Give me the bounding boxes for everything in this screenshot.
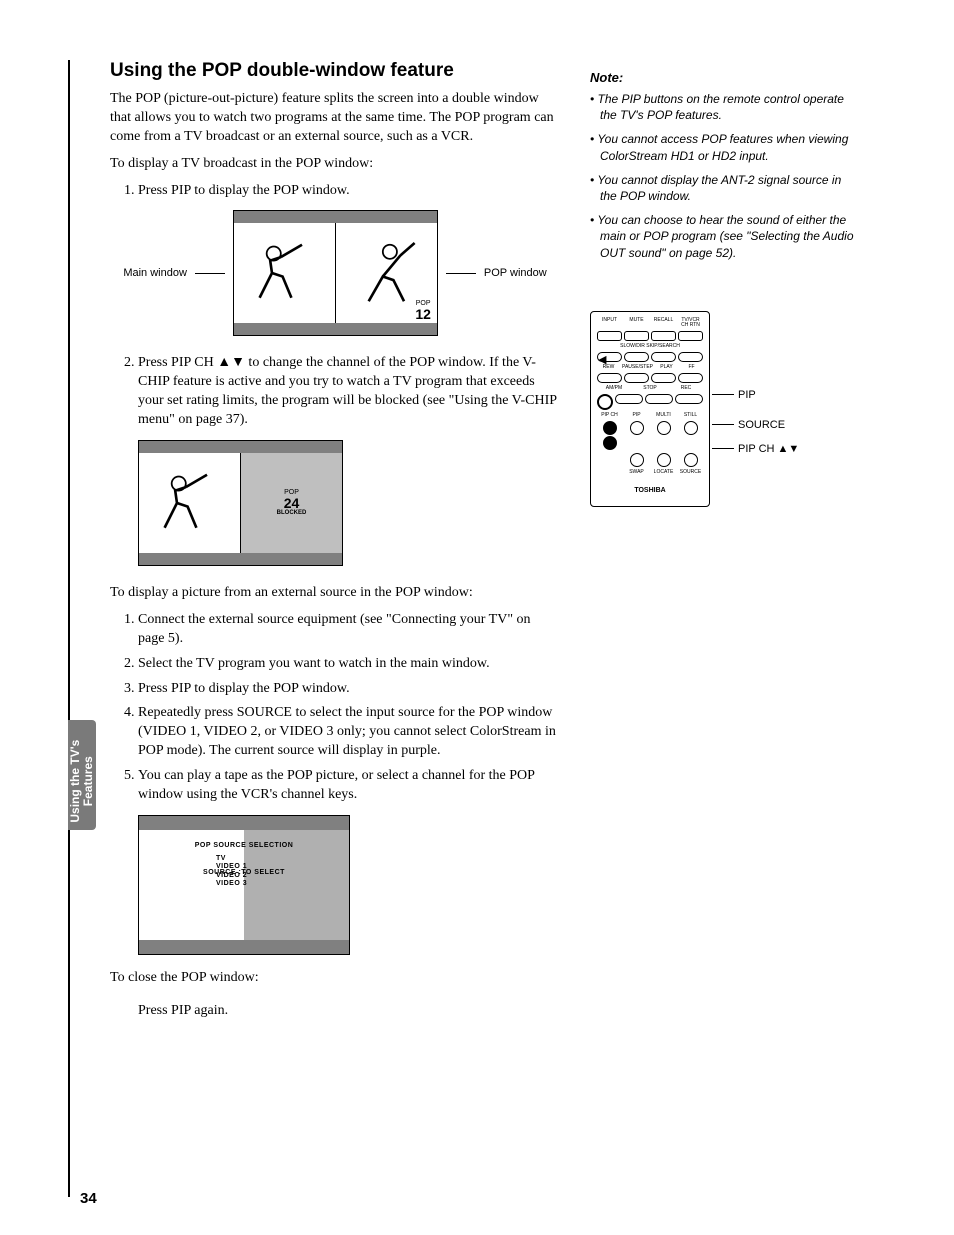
swap-button-icon [630, 453, 644, 467]
pip-ch-down-icon [603, 436, 617, 450]
chapter-tab-label: Using the TV's Features [69, 726, 95, 836]
leader-line [195, 273, 225, 274]
batter-icon [249, 233, 320, 313]
side-rule [68, 60, 70, 1197]
step-b2: Select the TV program you want to watch … [138, 655, 560, 674]
osd-item: TV [216, 855, 272, 863]
callout-pip: PIP [738, 389, 756, 401]
figure-pop-blocked: POP 24 BLOCKED [138, 440, 560, 566]
step-b4: Repeatedly press SOURCE to select the in… [138, 704, 560, 761]
note-item: You can choose to hear the sound of eith… [590, 212, 855, 261]
fig2-blocked: BLOCKED [277, 510, 307, 516]
figure-remote: INPUT MUTE RECALL TV/VCR CH RTN SLOW/DIR… [590, 311, 725, 507]
note-item: You cannot access POP features when view… [590, 131, 855, 163]
fig2-pop-channel: 24 [277, 496, 307, 510]
note-item: You cannot display the ANT-2 signal sour… [590, 172, 855, 204]
chapter-tab: Using the TV's Features [68, 720, 96, 830]
fig1-right-label: POP window [484, 267, 547, 279]
batter-icon [154, 463, 225, 543]
multi-button-icon [657, 421, 671, 435]
note-heading: Note: [590, 70, 855, 85]
pip-ch-up-icon [603, 421, 617, 435]
leader-line [446, 273, 476, 274]
osd-title: POP SOURCE SELECTION [139, 842, 349, 849]
locate-button-icon [657, 453, 671, 467]
clock-icon [597, 394, 613, 410]
close-lead: To close the POP window: [110, 969, 560, 988]
lead-broadcast: To display a TV broadcast in the POP win… [110, 155, 560, 174]
callout-source: SOURCE [738, 419, 785, 431]
remote-brand: TOSHIBA [597, 487, 703, 494]
callout-pipch: PIP CH ▲▼ [738, 443, 799, 455]
batter-icon [351, 233, 422, 313]
figure-osd-menu: POP SOURCE SELECTION TV VIDEO 1 VIDEO 2 … [138, 815, 350, 955]
source-button-icon [684, 453, 698, 467]
pip-button-icon [630, 421, 644, 435]
step-b3: Press PIP to display the POP window. [138, 680, 560, 699]
lead-external: To display a picture from an external so… [110, 584, 560, 603]
step-b1: Connect the external source equipment (s… [138, 611, 560, 649]
note-item: The PIP buttons on the remote control op… [590, 91, 855, 123]
figure-pop-double: Main window POP 12 [110, 210, 560, 336]
still-button-icon [684, 421, 698, 435]
step-a1: Press PIP to display the POP window. [138, 182, 560, 201]
fig1-left-label: Main window [123, 267, 187, 279]
osd-item: VIDEO 3 [216, 880, 272, 888]
osd-footer: SOURCE :TO SELECT [139, 869, 349, 876]
step-b5: You can play a tape as the POP picture, … [138, 767, 560, 805]
close-step: Press PIP again. [138, 1002, 560, 1021]
intro-paragraph: The POP (picture-out-picture) feature sp… [110, 90, 560, 147]
step-a2: Press PIP CH ▲▼ to change the channel of… [138, 354, 560, 430]
section-heading: Using the POP double-window feature [110, 60, 560, 82]
page-number: 34 [80, 1190, 97, 1207]
fig1-pop-channel: 12 [415, 307, 431, 321]
